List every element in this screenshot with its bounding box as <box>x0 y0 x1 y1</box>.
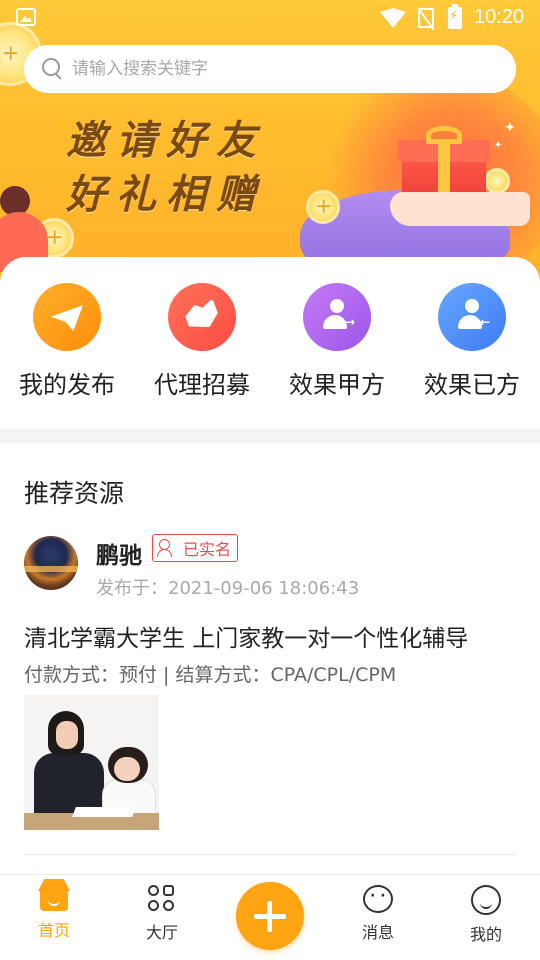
search-icon <box>42 58 64 80</box>
list-divider <box>24 854 516 855</box>
invite-banner[interactable]: ✕ ✕ ✕ ✦ ✦ 邀请好友 好礼相赠 <box>0 0 540 285</box>
nav-me[interactable]: 我的 <box>446 885 526 945</box>
quick-menu: 我的发布 代理招募 → 效果甲方 ← 效果已方 <box>0 257 540 429</box>
quick-item-my-posts[interactable]: 我的发布 <box>2 283 132 400</box>
status-time: 10:20 <box>474 6 525 28</box>
verified-label: 已实名 <box>183 540 232 559</box>
wifi-icon <box>380 8 406 28</box>
nav-messages-label: 消息 <box>361 923 394 942</box>
coin-icon: ✕ <box>306 190 340 224</box>
nav-me-label: 我的 <box>469 925 502 944</box>
avatar[interactable] <box>24 536 78 590</box>
no-sim-icon <box>418 8 434 28</box>
banner-line1: 邀请好友 <box>66 117 266 164</box>
quick-item-label: 代理招募 <box>154 371 250 399</box>
section-divider <box>0 429 540 443</box>
resource-thumbnail[interactable] <box>24 695 159 830</box>
resource-title[interactable]: 清北学霸大学生 上门家教一对一个性化辅导 <box>24 619 468 653</box>
quick-item-label: 效果已方 <box>424 371 520 399</box>
quick-item-agent-recruit[interactable]: 代理招募 <box>137 283 267 400</box>
status-bar: 10:20 <box>0 0 540 36</box>
nav-home[interactable]: 首页 <box>14 885 94 941</box>
payment-info: 付款方式：预付 | 结算方式：CPA/CPL/CPM <box>24 664 397 686</box>
search-input[interactable] <box>72 59 472 79</box>
user-back-icon: ← <box>438 283 506 351</box>
handshake-icon <box>168 283 236 351</box>
grid-icon <box>148 885 176 913</box>
nav-messages[interactable]: 消息 <box>338 885 418 943</box>
quick-item-label: 我的发布 <box>19 371 115 399</box>
user-forward-icon: → <box>303 283 371 351</box>
banner-line2: 好礼相赠 <box>66 171 266 218</box>
sparkle-icon: ✦ <box>494 140 503 151</box>
image-notification-icon <box>16 8 36 26</box>
battery-charging-icon <box>448 4 462 29</box>
paper-plane-icon <box>33 283 101 351</box>
verified-badge: 已实名 <box>152 534 239 562</box>
id-card-icon <box>157 539 177 557</box>
nav-hall[interactable]: 大厅 <box>122 885 202 943</box>
quick-item-party-b[interactable]: ← 效果已方 <box>407 283 537 400</box>
quick-item-party-a[interactable]: → 效果甲方 <box>272 283 402 400</box>
nav-hall-label: 大厅 <box>145 923 178 942</box>
add-post-button[interactable] <box>236 882 304 950</box>
sparkle-icon: ✦ <box>504 120 516 136</box>
smiley-icon <box>471 885 501 915</box>
chat-bubble-icon <box>363 885 393 913</box>
publish-date: 发布于：2021-09-06 18:06:43 <box>96 578 360 599</box>
search-bar[interactable] <box>24 45 516 93</box>
home-icon <box>40 885 68 911</box>
quick-item-label: 效果甲方 <box>289 371 385 399</box>
author-name: 鹏驰 <box>96 543 142 569</box>
section-title: 推荐资源 <box>24 479 125 508</box>
nav-home-label: 首页 <box>37 921 70 940</box>
hand-illustration <box>390 192 530 226</box>
